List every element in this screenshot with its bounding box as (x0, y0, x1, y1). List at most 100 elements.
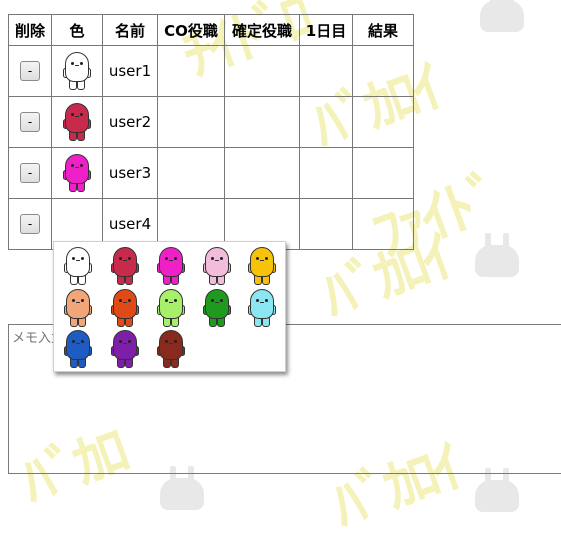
avatar-head (65, 52, 89, 82)
delete-button[interactable]: - (20, 61, 40, 81)
color-option-lime[interactable] (157, 289, 185, 327)
avatar-head (250, 247, 274, 277)
color-cell[interactable] (51, 147, 103, 199)
result-cell[interactable] (352, 198, 414, 250)
confirmed-role-cell[interactable] (224, 45, 300, 97)
day1-cell[interactable] (299, 45, 353, 97)
day1-cell[interactable] (299, 147, 353, 199)
avatar-mouth (123, 260, 127, 261)
avatar-mouth (75, 167, 79, 168)
avatar-left-eye (71, 113, 74, 116)
avatar-left-eye (72, 257, 75, 260)
name-cell[interactable]: user2 (102, 96, 158, 148)
avatar-head (159, 289, 183, 319)
avatar-mouth (123, 302, 127, 303)
avatar-mouth (169, 302, 173, 303)
avatar-mouth (123, 343, 127, 344)
delete-button[interactable]: - (20, 163, 40, 183)
avatar-left-eye (119, 257, 122, 260)
color-option-brown[interactable] (157, 330, 185, 368)
avatar-mouth (76, 260, 80, 261)
table-header-row: 削除 色 名前 CO役職 確定役職 1日目 結果 (8, 14, 414, 46)
avatar-right-eye (80, 113, 83, 116)
avatar-icon[interactable] (63, 154, 91, 192)
avatar-right-eye (128, 340, 131, 343)
avatar-mouth (260, 260, 264, 261)
name-cell[interactable]: user1 (102, 45, 158, 97)
color-option-blue[interactable] (64, 330, 92, 368)
avatar-right-eye (174, 340, 177, 343)
avatar-left-eye (119, 299, 122, 302)
day1-cell[interactable] (299, 96, 353, 148)
avatar-left-eye (256, 257, 259, 260)
name-cell[interactable]: user3 (102, 147, 158, 199)
table-row: - user3 (8, 147, 414, 199)
header-co-role: CO役職 (157, 14, 225, 46)
result-cell[interactable] (352, 147, 414, 199)
avatar-head (113, 330, 137, 360)
header-delete: 削除 (8, 14, 52, 46)
delete-cell: - (8, 198, 52, 250)
avatar-right-eye (174, 299, 177, 302)
avatar-right-eye (220, 257, 223, 260)
color-option-orange[interactable] (111, 289, 139, 327)
avatar-left-eye (71, 62, 74, 65)
color-option-peach[interactable] (64, 289, 92, 327)
avatar-mouth (215, 260, 219, 261)
avatar-head (205, 247, 229, 277)
color-cell[interactable] (51, 45, 103, 97)
avatar-right-eye (80, 62, 83, 65)
result-cell[interactable] (352, 96, 414, 148)
avatar-mouth (76, 302, 80, 303)
avatar-head (159, 247, 183, 277)
avatar-head (113, 289, 137, 319)
avatar-right-eye (265, 299, 268, 302)
avatar-mouth (169, 343, 173, 344)
color-cell[interactable] (51, 96, 103, 148)
color-option-cyan[interactable] (248, 289, 276, 327)
avatar-left-eye (165, 299, 168, 302)
avatar-left-eye (256, 299, 259, 302)
avatar-mouth (169, 260, 173, 261)
result-cell[interactable] (352, 45, 414, 97)
avatar-head (65, 103, 89, 133)
avatar-right-eye (128, 299, 131, 302)
avatar-head (65, 154, 89, 184)
color-option-yellow[interactable] (248, 247, 276, 285)
header-day1: 1日目 (299, 14, 353, 46)
delete-button[interactable]: - (20, 214, 40, 234)
avatar-right-eye (80, 164, 83, 167)
co-role-cell[interactable] (157, 45, 225, 97)
avatar-icon[interactable] (63, 103, 91, 141)
color-option-green[interactable] (203, 289, 231, 327)
avatar-head (205, 289, 229, 319)
color-option-magenta[interactable] (157, 247, 185, 285)
avatar-head (250, 289, 274, 319)
players-table: 削除 色 名前 CO役職 確定役職 1日目 結果 - user1 - user2 (8, 14, 414, 250)
color-option-crimson[interactable] (111, 247, 139, 285)
table-row: - user1 (8, 45, 414, 97)
delete-cell: - (8, 96, 52, 148)
day1-cell[interactable] (299, 198, 353, 250)
color-option-pink[interactable] (203, 247, 231, 285)
header-result: 結果 (352, 14, 414, 46)
avatar-right-eye (220, 299, 223, 302)
color-option-white[interactable] (64, 247, 92, 285)
avatar-mouth (215, 302, 219, 303)
avatar-left-eye (211, 257, 214, 260)
delete-button[interactable]: - (20, 112, 40, 132)
avatar-left-eye (72, 299, 75, 302)
avatar-head (66, 247, 90, 277)
co-role-cell[interactable] (157, 96, 225, 148)
co-role-cell[interactable] (157, 147, 225, 199)
avatar-icon[interactable] (63, 52, 91, 90)
avatar-right-eye (81, 299, 84, 302)
color-picker-popup (53, 241, 286, 372)
avatar-mouth (260, 302, 264, 303)
confirmed-role-cell[interactable] (224, 96, 300, 148)
avatar-right-eye (174, 257, 177, 260)
confirmed-role-cell[interactable] (224, 147, 300, 199)
avatar-right-eye (81, 257, 84, 260)
color-option-purple[interactable] (111, 330, 139, 368)
header-color: 色 (51, 14, 103, 46)
